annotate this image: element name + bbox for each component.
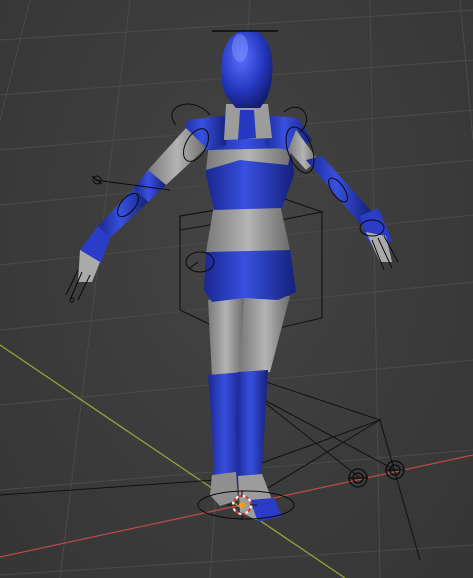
collar-strip [238, 110, 256, 140]
y-axis-line [0, 344, 346, 578]
leg-ik-lines [0, 379, 421, 561]
left-thigh [208, 296, 244, 378]
left-forearm [98, 188, 148, 238]
right-forearm [306, 156, 372, 224]
right-thigh [240, 296, 290, 375]
ik-target-handles[interactable] [348, 460, 405, 488]
viewport-canvas[interactable] [0, 0, 473, 578]
head-highlight [232, 34, 248, 62]
waist [206, 204, 290, 252]
character-model[interactable] [78, 29, 392, 522]
circle-handle-icon[interactable] [348, 468, 368, 488]
3d-viewport[interactable] [0, 0, 473, 578]
circle-handle-icon[interactable] [385, 460, 405, 480]
shorts [204, 248, 296, 302]
